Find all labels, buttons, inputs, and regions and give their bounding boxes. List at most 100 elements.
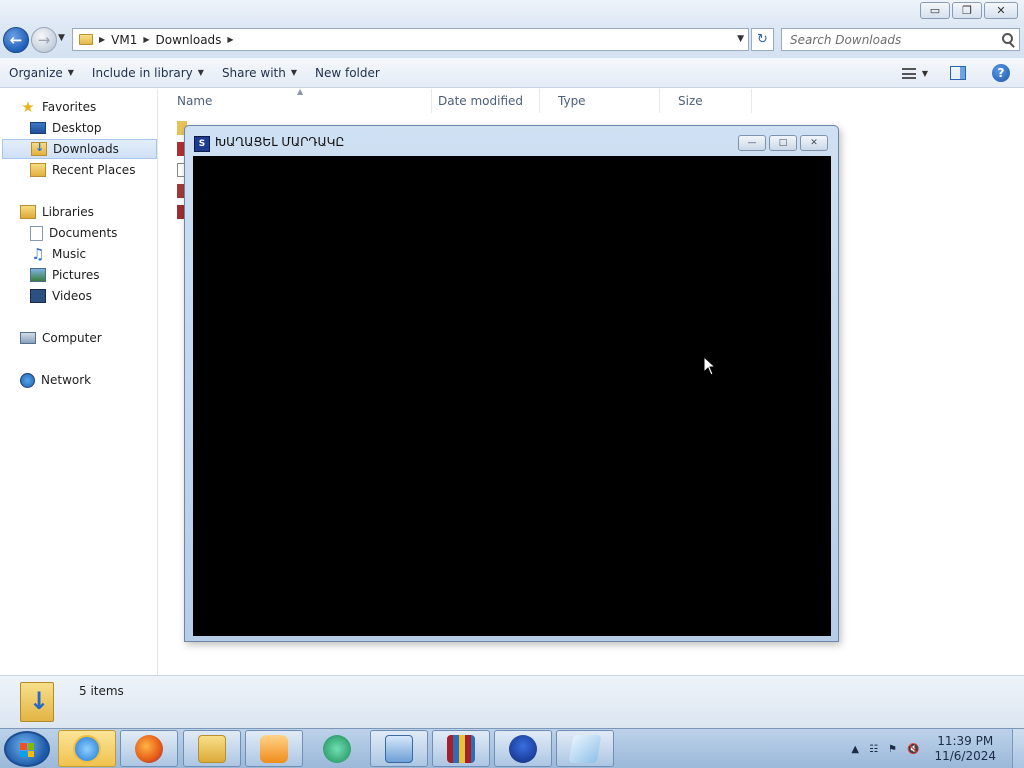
- recent-pages-dropdown[interactable]: ▼: [58, 33, 65, 43]
- file-explorer-icon: [198, 734, 226, 763]
- nav-pictures-label: Pictures: [52, 268, 100, 282]
- share-with-label: Share with: [221, 65, 286, 80]
- start-button[interactable]: [4, 731, 50, 767]
- change-view-icon[interactable]: [901, 67, 916, 79]
- nav-recent-places[interactable]: Recent Places: [30, 160, 135, 180]
- help-icon[interactable]: ?: [992, 64, 1010, 82]
- nav-libraries[interactable]: Libraries: [20, 202, 94, 222]
- computer-icon: [20, 332, 36, 344]
- chevron-right-icon[interactable]: ▶: [227, 35, 233, 44]
- game-canvas[interactable]: [193, 156, 831, 636]
- network-status-icon[interactable]: ☷: [869, 744, 878, 755]
- nav-music[interactable]: ♫ Music: [30, 244, 86, 264]
- include-in-library-button[interactable]: Include in library ▼: [83, 58, 213, 88]
- chevron-down-icon: ▼: [290, 68, 297, 77]
- chevron-right-icon[interactable]: ▶: [99, 35, 105, 44]
- game-close-button[interactable]: ✕: [800, 135, 828, 151]
- restore-button[interactable]: ❐: [952, 2, 982, 19]
- chevron-down-icon: ▼: [67, 68, 74, 77]
- column-headers: ▲ Name Date modified Type Size: [159, 87, 1024, 113]
- libraries-icon: [20, 205, 36, 219]
- nav-desktop-label: Desktop: [52, 121, 102, 135]
- firefox-icon: [135, 734, 163, 763]
- explorer-titlebar: ▭ ❐ ✕: [0, 0, 1024, 24]
- taskbar-notepad-app[interactable]: [556, 730, 614, 767]
- navigation-pane: ★ Favorites Desktop Downloads Recent Pla…: [0, 89, 158, 675]
- chevron-down-icon: ▼: [197, 68, 204, 77]
- forward-button[interactable]: →: [31, 27, 57, 53]
- star-icon: ★: [21, 98, 35, 116]
- search-icon[interactable]: [1002, 33, 1013, 44]
- mouse-cursor-icon: [703, 356, 717, 376]
- taskbar-media-player[interactable]: [245, 730, 303, 767]
- nav-network[interactable]: Network: [20, 370, 91, 390]
- address-bar[interactable]: ▶ VM1 ▶ Downloads ▶ ▼: [72, 28, 749, 51]
- game-minimize-button[interactable]: —: [738, 135, 766, 151]
- address-dropdown-icon[interactable]: ▼: [737, 34, 744, 44]
- game-window-title: ԽԱՂԱՑԵԼ ՄԱՐԴԱԿԸ: [215, 135, 345, 149]
- refresh-button[interactable]: ↻: [751, 28, 774, 51]
- back-button[interactable]: ←: [3, 27, 29, 53]
- nav-network-label: Network: [41, 373, 92, 387]
- media-player-icon: [260, 734, 288, 763]
- column-type[interactable]: Type: [540, 89, 660, 113]
- sonic-icon: S: [194, 136, 210, 152]
- nav-music-label: Music: [52, 247, 87, 261]
- nav-downloads-label: Downloads: [53, 142, 119, 156]
- nav-videos[interactable]: Videos: [30, 286, 92, 306]
- preview-pane-icon[interactable]: [950, 66, 966, 80]
- nav-desktop[interactable]: Desktop: [30, 118, 102, 138]
- pictures-icon: [30, 268, 46, 282]
- chevron-down-icon[interactable]: ▼: [922, 69, 928, 78]
- clock-date: 11/6/2024: [934, 749, 996, 763]
- taskbar-internet-explorer[interactable]: [58, 730, 116, 767]
- game-maximize-button[interactable]: □: [769, 135, 797, 151]
- column-date-modified[interactable]: Date modified: [420, 89, 540, 113]
- command-bar: Organize ▼ Include in library ▼ Share wi…: [0, 58, 1024, 88]
- internet-explorer-icon: [73, 734, 101, 763]
- taskbar-file-explorer[interactable]: [183, 730, 241, 767]
- videos-icon: [30, 289, 46, 303]
- close-button[interactable]: ✕: [984, 2, 1018, 19]
- downloads-folder-icon: [20, 682, 54, 722]
- nav-documents[interactable]: Documents: [30, 223, 117, 243]
- chevron-right-icon[interactable]: ▶: [143, 35, 149, 44]
- show-desktop-button[interactable]: [1012, 729, 1024, 768]
- item-count: 5 items: [79, 684, 124, 698]
- organize-button[interactable]: Organize ▼: [0, 58, 83, 88]
- search-input[interactable]: Search Downloads: [781, 28, 1020, 51]
- minimize-button[interactable]: ▭: [920, 2, 950, 19]
- taskbar-firefox[interactable]: [120, 730, 178, 767]
- show-hidden-icons-icon[interactable]: ▲: [851, 744, 859, 755]
- recent-places-icon: [30, 163, 46, 177]
- green-circle-app-icon: [323, 734, 351, 763]
- nav-downloads[interactable]: Downloads: [2, 139, 157, 159]
- nav-favorites[interactable]: ★ Favorites: [20, 97, 96, 117]
- music-icon: ♫: [31, 245, 45, 263]
- new-folder-button[interactable]: New folder: [306, 58, 389, 88]
- details-pane: 5 items: [0, 675, 1024, 728]
- volume-muted-icon[interactable]: 🔇: [907, 744, 919, 755]
- nav-pictures[interactable]: Pictures: [30, 265, 100, 285]
- control-panel-icon: [385, 734, 413, 763]
- breadcrumb-downloads[interactable]: Downloads: [156, 33, 222, 47]
- include-in-library-label: Include in library: [91, 65, 193, 80]
- address-row: ← → ▼ ▶ VM1 ▶ Downloads ▶ ▼ ↻ Search Dow…: [0, 24, 1024, 58]
- clock[interactable]: 11:39 PM 11/6/2024: [934, 734, 996, 764]
- taskbar: ▲ ☷ ⚑ 🔇 11:39 PM 11/6/2024: [0, 728, 1024, 768]
- column-size[interactable]: Size: [660, 89, 752, 113]
- breadcrumb-vm1[interactable]: VM1: [111, 33, 137, 47]
- nav-documents-label: Documents: [49, 226, 118, 240]
- windows-logo-icon: [20, 743, 34, 757]
- game-window[interactable]: S ԽԱՂԱՑԵԼ ՄԱՐԴԱԿԸ — □ ✕: [184, 125, 839, 642]
- taskbar-sonic-game[interactable]: [494, 730, 552, 767]
- taskbar-control-panel[interactable]: [370, 730, 428, 767]
- nav-computer[interactable]: Computer: [20, 328, 102, 348]
- taskbar-winrar[interactable]: [432, 730, 490, 767]
- column-name[interactable]: Name: [159, 89, 432, 113]
- action-center-flag-icon[interactable]: ⚑: [888, 744, 897, 755]
- nav-libraries-label: Libraries: [42, 205, 94, 219]
- share-with-button[interactable]: Share with ▼: [213, 58, 306, 88]
- taskbar-app-green[interactable]: [308, 730, 366, 767]
- nav-recent-places-label: Recent Places: [52, 163, 136, 177]
